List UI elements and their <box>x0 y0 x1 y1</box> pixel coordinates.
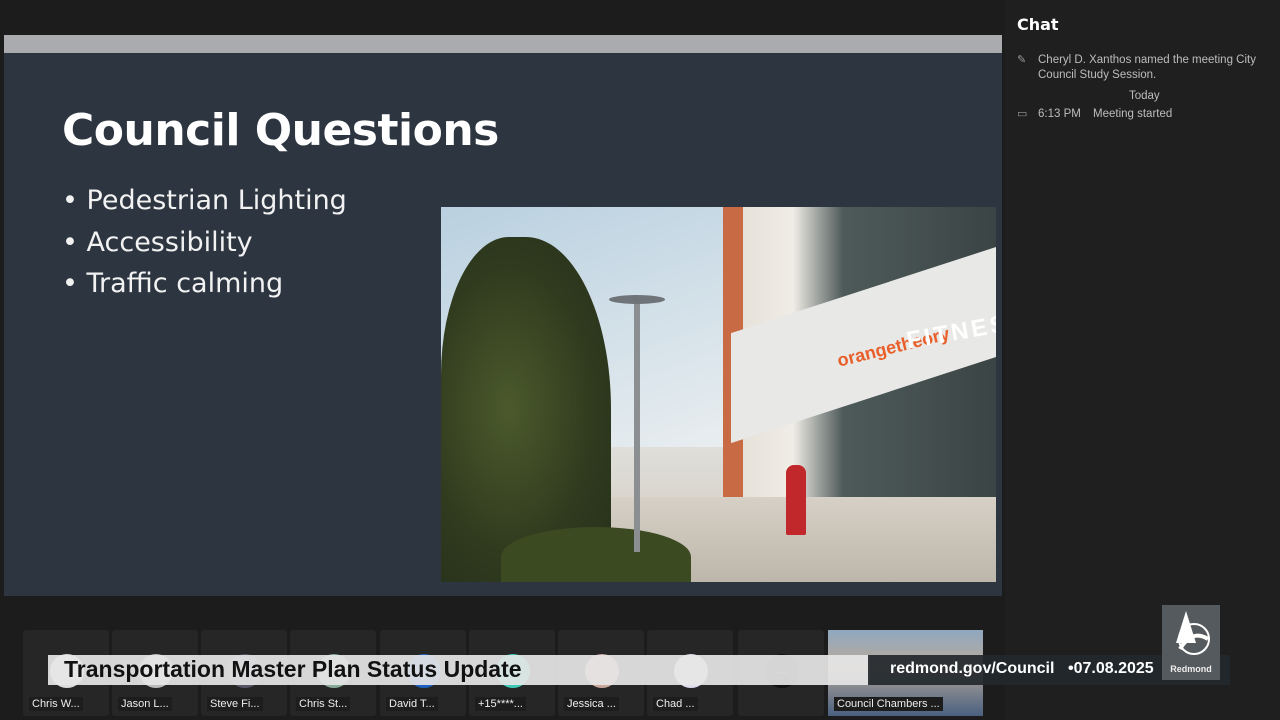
slide-title: Council Questions <box>62 105 499 156</box>
participant-name: Chris W... <box>29 697 83 711</box>
bullet-item: • Traffic calming <box>62 268 284 299</box>
bullet-text: Accessibility <box>86 226 253 258</box>
room-name: Council Chambers ... <box>834 697 943 711</box>
bullet-text: Pedestrian Lighting <box>86 185 347 216</box>
participant-name: David T... <box>386 697 438 711</box>
rename-event: Cheryl D. Xanthos named the meeting City… <box>1038 54 1256 81</box>
shared-slide: Council Questions • Pedestrian Lighting … <box>4 35 1002 596</box>
redmond-logo: Redmond <box>1162 605 1220 680</box>
broadcast-title: Transportation Master Plan Status Update <box>64 656 522 682</box>
day-label: Today <box>1129 90 1160 102</box>
participant-name: Chad ... <box>653 697 698 711</box>
broadcast-date: •07.08.2025 <box>1068 660 1154 677</box>
meeting-start-text: Meeting started <box>1093 108 1173 120</box>
participant-name: Steve Fi... <box>207 697 263 711</box>
bullet-item: • Accessibility <box>62 226 253 258</box>
bullet-item: • Pedestrian Lighting <box>62 185 347 216</box>
bullet-text: Traffic calming <box>86 268 284 299</box>
video-camera-icon: ▭ <box>1017 108 1028 120</box>
lower-third-title: Transportation Master Plan Status Update <box>48 655 870 685</box>
chat-panel: Chat ✎ Cheryl D. Xanthos named the meeti… <box>1005 0 1280 720</box>
participant-name: Chris St... <box>296 697 351 711</box>
slide-bullets: • Pedestrian Lighting • Accessibility • … <box>62 185 347 310</box>
streetscape-photo: orangetheory FITNESS <box>441 207 996 582</box>
meeting-start-time: 6:13 PM <box>1038 108 1081 120</box>
logo-text: Redmond <box>1170 664 1212 674</box>
participant-name: Jessica ... <box>564 697 619 711</box>
participant-name: +15****... <box>475 697 526 711</box>
broadcast-url: redmond.gov/Council <box>890 660 1055 677</box>
chat-title: Chat <box>1017 15 1059 34</box>
pencil-icon: ✎ <box>1017 54 1027 66</box>
participant-name: Jason L... <box>118 697 172 711</box>
slide-header-bar <box>4 35 1002 53</box>
